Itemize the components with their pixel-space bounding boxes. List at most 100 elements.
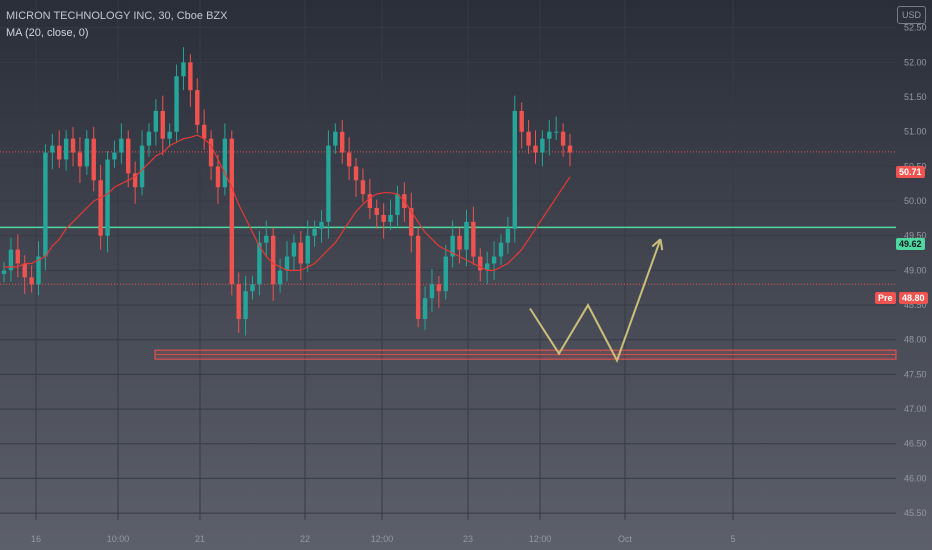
candle-body (540, 138, 545, 153)
price-tick-label: 45.50 (904, 508, 927, 518)
candle-body (533, 145, 538, 153)
candle-body (284, 256, 290, 271)
candle-body (305, 235, 310, 264)
candle-body (188, 62, 193, 91)
candle-body (395, 194, 400, 215)
candle-body (326, 145, 331, 222)
price-tick-label: 49.00 (904, 265, 927, 275)
candle-body (547, 131, 552, 139)
candle-body (105, 159, 110, 236)
candle-body (560, 131, 566, 146)
horizontal-line-label: 49.62 (896, 238, 925, 250)
candle-body (70, 138, 76, 153)
candle-body (215, 166, 221, 188)
candle-body (195, 90, 200, 125)
candle-body (222, 138, 228, 188)
candle-body (201, 124, 207, 139)
support-zone[interactable] (154, 349, 897, 360)
price-tick-label: 46.50 (904, 439, 927, 449)
candle-body (464, 221, 469, 250)
time-tick-label: 10:00 (107, 534, 130, 544)
candle-body (22, 263, 27, 278)
price-tick-label: 48.00 (904, 335, 927, 345)
candle-body (340, 131, 345, 153)
candle-body (553, 131, 559, 133)
currency-button[interactable]: USD (896, 6, 926, 24)
price-tick-label: 46.00 (904, 473, 927, 483)
candle-body (229, 138, 234, 285)
candle-body (443, 256, 448, 292)
candle-body (360, 180, 366, 195)
chart-background (0, 0, 932, 550)
price-axis[interactable]: 52.5052.0051.5051.0050.5050.0049.5049.00… (904, 23, 927, 518)
time-tick-label: 16 (31, 534, 41, 544)
candle-body (436, 284, 442, 292)
candle-body (312, 228, 317, 236)
candle-body (98, 180, 103, 236)
candle-body (388, 214, 393, 222)
price-tick-label: 51.50 (904, 92, 927, 102)
candle-body (29, 277, 34, 285)
candle-body (264, 235, 269, 243)
candle-body (512, 110, 517, 229)
indicator-title[interactable]: MA (20, close, 0) (6, 25, 227, 42)
candle-body (471, 221, 476, 257)
candle-body (291, 242, 297, 257)
candle-body (77, 152, 83, 167)
candle-body (208, 138, 214, 167)
time-tick-label: Oct (618, 534, 633, 544)
candle-body (91, 138, 96, 181)
candle-body (277, 270, 283, 285)
candle-body (236, 284, 241, 319)
price-tick-label: 50.00 (904, 196, 927, 206)
candle-body (422, 298, 428, 319)
candle-body (526, 131, 531, 146)
candle-body (119, 138, 124, 153)
candle-body (457, 235, 462, 250)
candle-body (63, 138, 69, 160)
candle-body (181, 62, 186, 77)
candle-body (126, 138, 131, 174)
candle-body (353, 166, 359, 181)
candle-body (319, 221, 324, 229)
candle-body (374, 208, 379, 215)
candle-body (429, 284, 435, 299)
candle-body (1, 270, 7, 274)
candle-body (50, 145, 55, 153)
candle-body (519, 110, 524, 132)
price-tick-label: 52.00 (904, 57, 927, 67)
candle-body (112, 152, 117, 160)
candle-body (498, 242, 504, 257)
time-tick-label: 22 (300, 534, 310, 544)
candle-body (381, 214, 386, 222)
candle-body (57, 145, 62, 160)
candle-body (43, 152, 48, 257)
candle-body (139, 145, 145, 188)
candle-body (567, 145, 573, 153)
candle-body (146, 131, 152, 146)
last-price-label: 50.71 (896, 166, 925, 178)
time-tick-label: 5 (730, 534, 735, 544)
symbol-title[interactable]: MICRON TECHNOLOGY INC, 30, Cboe BZX (6, 8, 227, 25)
candle-body (15, 249, 21, 264)
chart-legend: MICRON TECHNOLOGY INC, 30, Cboe BZX MA (… (6, 8, 227, 42)
pre-market-price-label: 48.80 (899, 292, 928, 304)
candle-body (250, 284, 255, 292)
candle-body (174, 76, 179, 132)
candle-body (505, 228, 511, 243)
candle-body (243, 291, 248, 319)
time-tick-label: 12:00 (371, 534, 394, 544)
time-tick-label: 12:00 (529, 534, 552, 544)
price-tick-label: 47.00 (904, 404, 927, 414)
price-chart[interactable]: 52.5052.0051.5051.0050.5050.0049.5049.00… (0, 0, 932, 550)
pre-market-tag: Pre (875, 292, 896, 304)
candle-body (346, 152, 352, 167)
candle-body (415, 235, 421, 319)
price-tick-label: 47.50 (904, 369, 927, 379)
candle-body (491, 256, 497, 264)
candle-body (153, 110, 159, 132)
time-tick-label: 21 (195, 534, 205, 544)
price-tick-label: 52.50 (904, 23, 927, 33)
candle-body (160, 110, 165, 139)
candle-body (298, 242, 304, 264)
